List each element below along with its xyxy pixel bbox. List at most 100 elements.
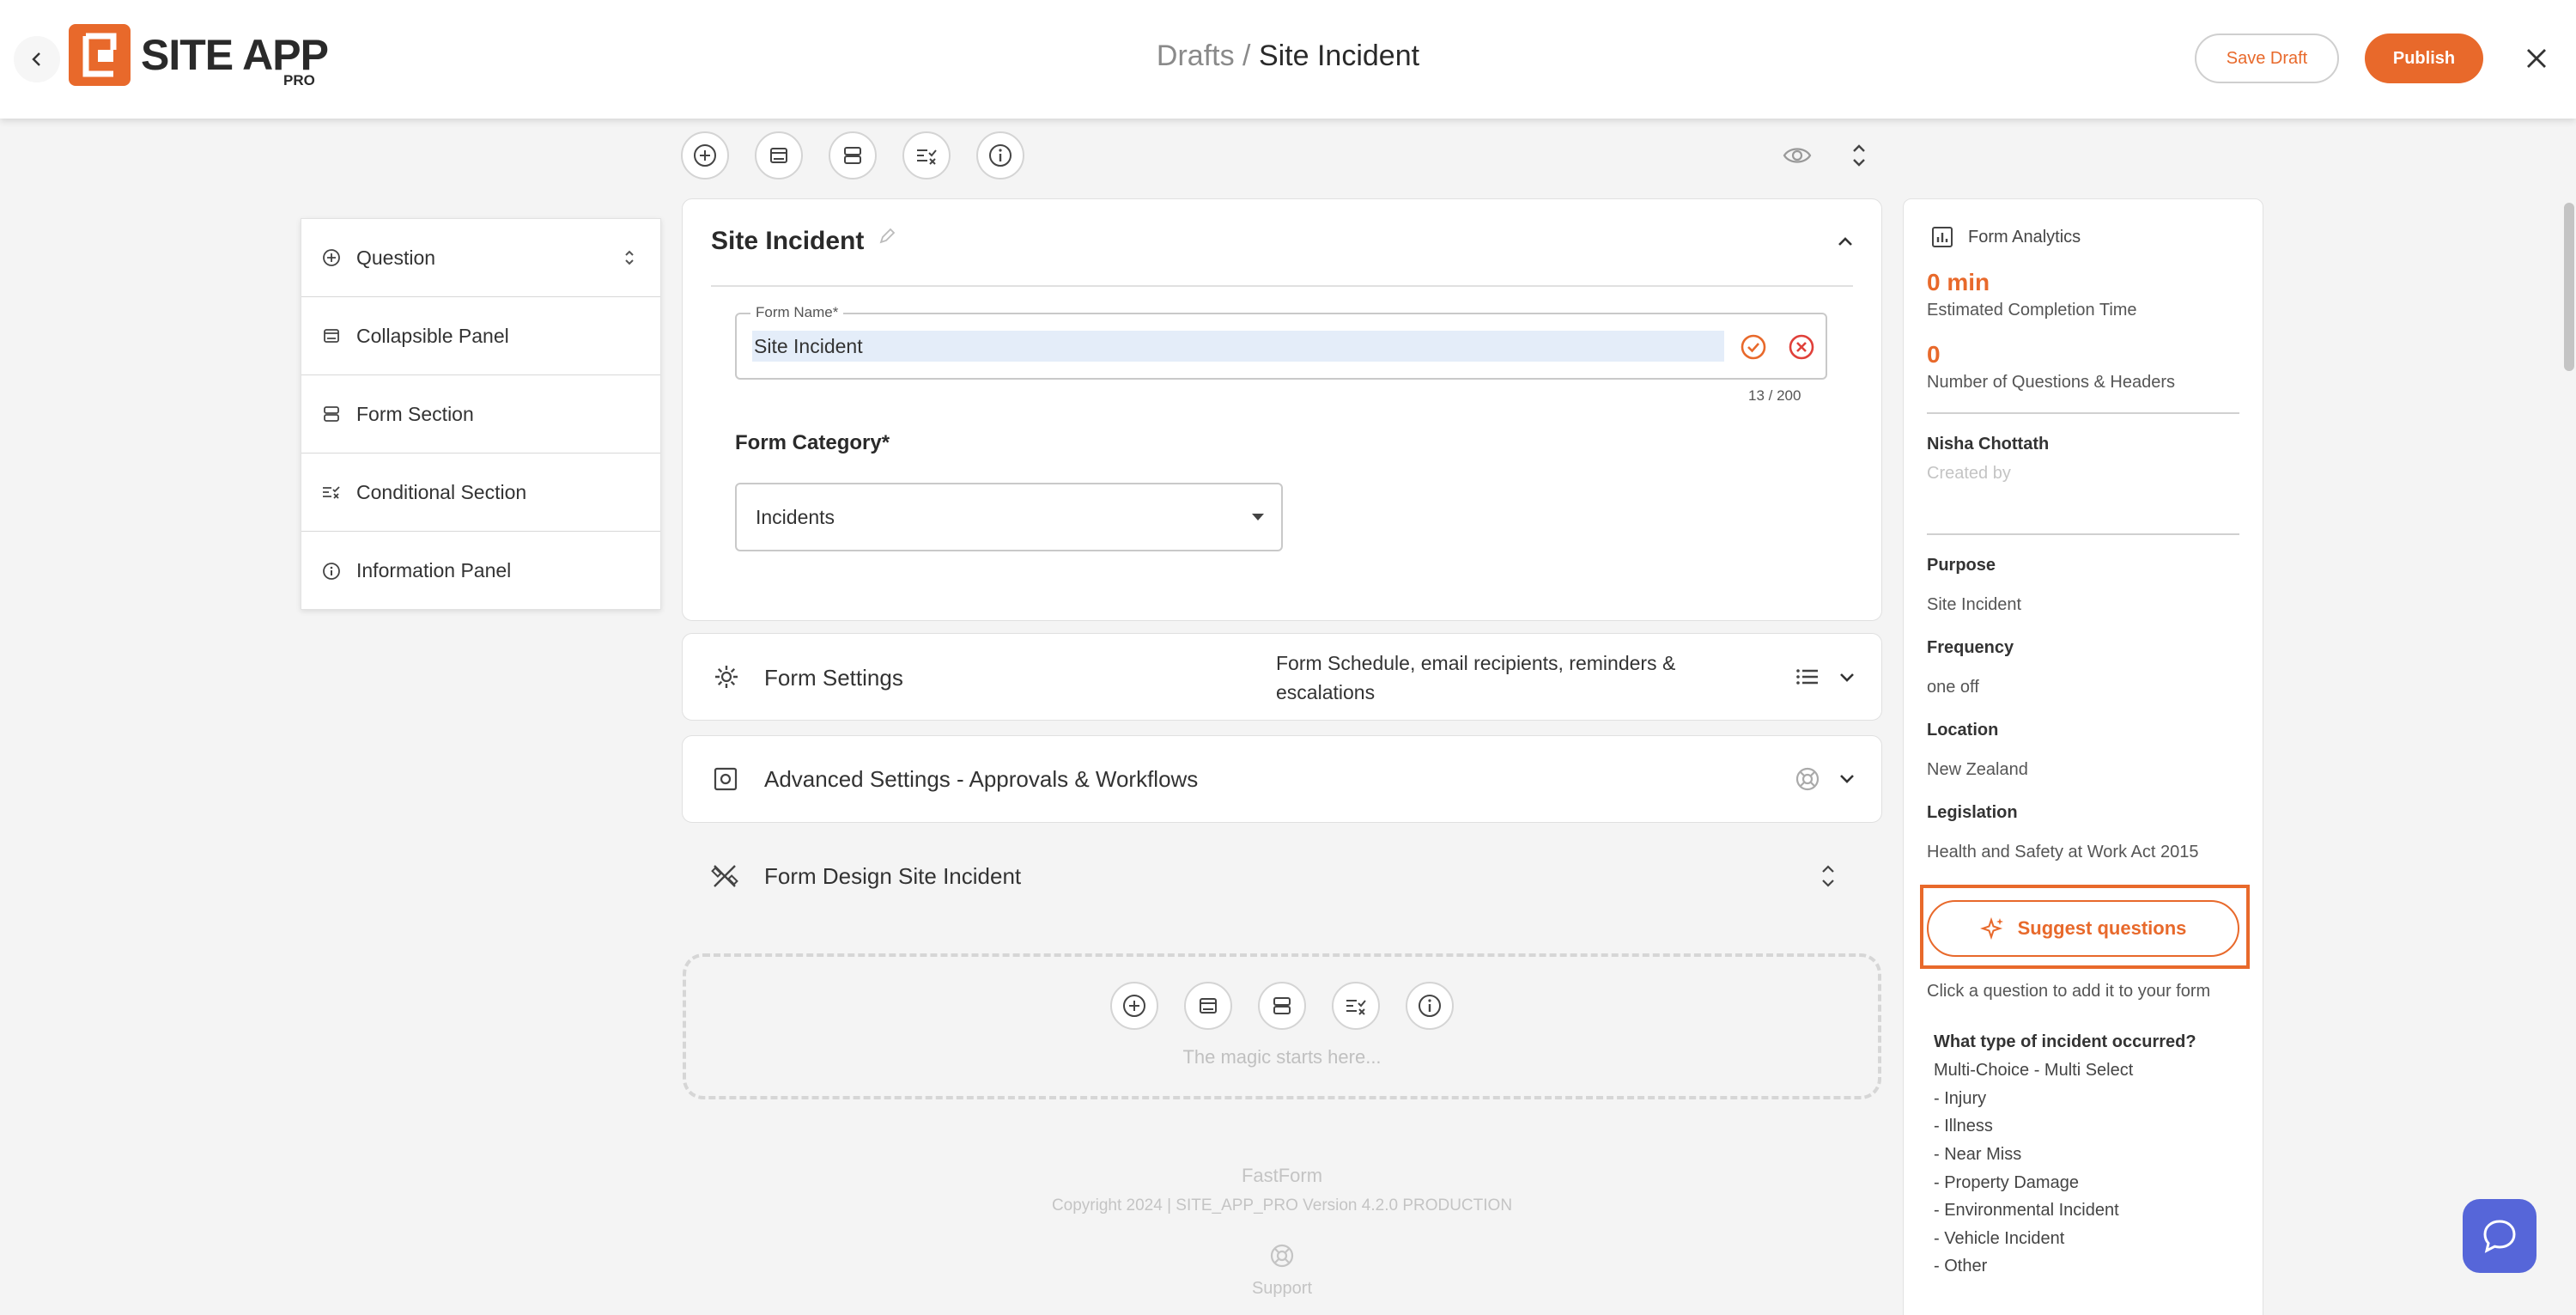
- panel-icon: [770, 148, 787, 163]
- suggest-hint: Click a question to add it to your form: [1927, 982, 2211, 1001]
- form-title: Site Incident: [711, 227, 865, 255]
- sparkle-icon: [1979, 916, 2003, 941]
- location-value: New Zealand: [1927, 760, 2028, 779]
- form-category-value: Incidents: [756, 505, 835, 528]
- page-scrollbar[interactable]: [2564, 203, 2574, 371]
- expand-collapse-icon[interactable]: [1817, 861, 1839, 892]
- footer-copyright: Copyright 2024 | SITE_APP_PRO Version 4.…: [1051, 1196, 1513, 1215]
- section-icon: [1273, 997, 1291, 1014]
- palette-item-label: Collapsible Panel: [356, 324, 509, 347]
- suggested-option: - Illness: [1934, 1117, 1993, 1135]
- card-divider: [711, 285, 1853, 287]
- location-label: Location: [1927, 721, 1999, 740]
- palette-item-collapsible-panel[interactable]: Collapsible Panel: [301, 297, 660, 375]
- chevron-down-icon[interactable]: [1836, 768, 1858, 790]
- form-name-label: Form Name*: [750, 304, 844, 321]
- eye-icon[interactable]: [1778, 137, 1816, 174]
- add-question-tool[interactable]: [681, 131, 729, 180]
- estimated-time-label: Estimated Completion Time: [1927, 301, 2137, 320]
- lifebuoy-icon: [1795, 766, 1820, 792]
- drop-zone-placeholder: The magic starts here...: [1182, 1046, 1382, 1068]
- purpose-value: Site Incident: [1927, 595, 2022, 614]
- add-form-section-tool[interactable]: [1258, 982, 1306, 1030]
- conditional-icon: [1346, 1000, 1366, 1015]
- add-question-tool[interactable]: [1110, 982, 1158, 1030]
- section-icon: [324, 406, 339, 422]
- chevron-down-icon[interactable]: [1836, 667, 1858, 689]
- plus-circle-icon: [323, 249, 340, 266]
- analytics-divider: [1927, 533, 2239, 535]
- analytics-divider: [1927, 412, 2239, 414]
- add-form-section-tool[interactable]: [829, 131, 877, 180]
- conditional-icon: [917, 149, 937, 165]
- edit-pencil-icon[interactable]: [878, 227, 896, 246]
- palette-item-label: Form Section: [356, 402, 474, 425]
- close-icon[interactable]: [2516, 38, 2557, 79]
- palette-item-label: Conditional Section: [356, 480, 527, 503]
- publish-button[interactable]: Publish: [2365, 33, 2483, 83]
- design-tools-icon: [711, 862, 738, 890]
- footer-support-link[interactable]: Support: [683, 1279, 1881, 1299]
- form-details-card: [682, 198, 1882, 621]
- form-category-select[interactable]: Incidents: [735, 483, 1283, 551]
- suggested-question-title: What type of incident occurred?: [1934, 1032, 2196, 1051]
- section-icon: [844, 147, 861, 164]
- palette-item-form-section[interactable]: Form Section: [301, 375, 660, 454]
- question-count-value: 0: [1927, 341, 1941, 368]
- plus-circle-icon: [1123, 995, 1145, 1017]
- form-design-title: Form Design Site Incident: [764, 863, 1022, 889]
- form-settings-description: Form Schedule, email recipients, reminde…: [1276, 652, 1676, 703]
- creator-name: Nisha Chottath: [1927, 435, 2050, 454]
- purpose-label: Purpose: [1927, 556, 1996, 575]
- analytics-title: Form Analytics: [1968, 228, 2081, 247]
- frequency-label: Frequency: [1927, 638, 2014, 657]
- add-information-panel-tool[interactable]: [1406, 982, 1454, 1030]
- add-information-panel-tool[interactable]: [976, 131, 1024, 180]
- expand-collapse-icon[interactable]: [1840, 137, 1878, 174]
- cancel-x-icon[interactable]: [1788, 333, 1815, 361]
- suggested-option: - Injury: [1934, 1089, 1987, 1108]
- palette-item-information-panel[interactable]: Information Panel: [301, 532, 660, 610]
- info-icon: [989, 144, 1012, 167]
- character-counter: 13 / 200: [1748, 387, 1801, 404]
- advanced-settings-title: Advanced Settings - Approvals & Workflow…: [764, 766, 1199, 792]
- info-icon: [323, 562, 340, 580]
- suggest-questions-label: Suggest questions: [2017, 917, 2187, 939]
- form-category-label: Form Category*: [735, 431, 890, 454]
- breadcrumb: Drafts / Site Incident: [0, 40, 2576, 73]
- add-conditional-section-tool[interactable]: [902, 131, 951, 180]
- gear-icon: [713, 663, 740, 691]
- analytics-chart-icon: [1930, 225, 1954, 249]
- breadcrumb-separator: /: [1242, 40, 1251, 72]
- breadcrumb-parent[interactable]: Drafts: [1157, 40, 1235, 72]
- add-conditional-section-tool[interactable]: [1332, 982, 1380, 1030]
- palette-item-label: Question: [356, 246, 436, 269]
- add-collapsible-panel-tool[interactable]: [755, 131, 803, 180]
- add-collapsible-panel-tool[interactable]: [1184, 982, 1232, 1030]
- creator-label: Created by: [1927, 464, 2011, 483]
- help-chat-button[interactable]: [2463, 1199, 2537, 1273]
- support-lifebuoy-icon[interactable]: [1268, 1242, 1296, 1269]
- form-name-input[interactable]: [752, 331, 1724, 362]
- chevron-up-down-icon[interactable]: [623, 247, 636, 268]
- dropdown-arrow-icon: [1252, 514, 1264, 521]
- info-icon: [1419, 995, 1441, 1017]
- suggested-question-type: Multi-Choice - Multi Select: [1934, 1061, 2134, 1080]
- suggest-questions-button[interactable]: Suggest questions: [1927, 900, 2239, 957]
- chevron-up-icon[interactable]: [1834, 230, 1856, 253]
- form-settings-title: Form Settings: [764, 665, 903, 691]
- suggested-option: - Near Miss: [1934, 1145, 2022, 1164]
- panel-icon: [1200, 998, 1217, 1014]
- palette-item-label: Information Panel: [356, 559, 512, 581]
- list-icon: [1795, 665, 1820, 689]
- confirm-check-icon[interactable]: [1740, 333, 1767, 361]
- suggested-option: - Property Damage: [1934, 1173, 2079, 1192]
- palette-item-question[interactable]: Question: [301, 219, 660, 297]
- breadcrumb-current: Site Incident: [1258, 40, 1420, 72]
- palette-item-conditional-section[interactable]: Conditional Section: [301, 454, 660, 532]
- legislation-value: Health and Safety at Work Act 2015: [1927, 843, 2199, 861]
- chat-bubble-icon: [2483, 1220, 2516, 1253]
- logo-sub: PRO: [283, 72, 315, 88]
- panel-icon: [324, 329, 339, 343]
- save-draft-button[interactable]: Save Draft: [2195, 33, 2339, 83]
